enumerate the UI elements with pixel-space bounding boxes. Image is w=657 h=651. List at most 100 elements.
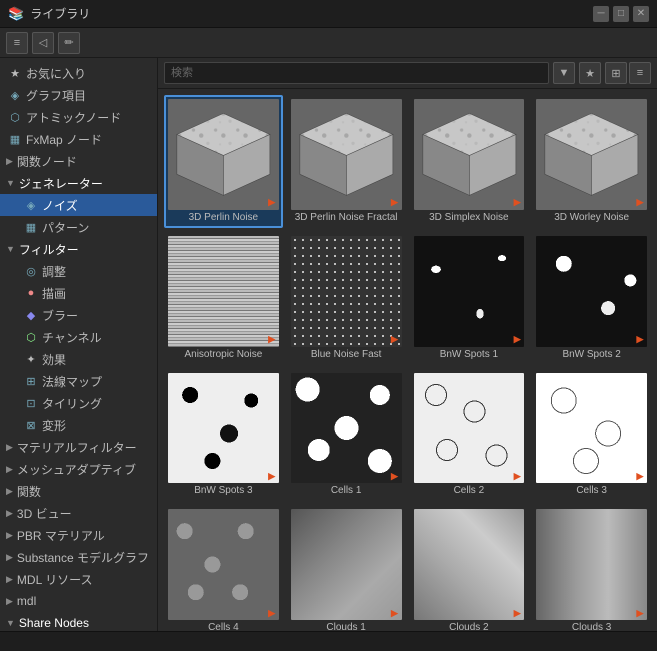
- grid-item-label: Clouds 2: [449, 622, 488, 631]
- item-badge: ▶: [512, 335, 522, 345]
- sidebar-item-draw[interactable]: ● 描画: [0, 282, 157, 304]
- sidebar-section-material-filter[interactable]: ▶ マテリアルフィルター: [0, 436, 157, 458]
- grid-item-label: 3D Perlin Noise Fractal: [295, 212, 398, 224]
- grid-view-button[interactable]: ⊞: [605, 62, 627, 84]
- sidebar-item-channel[interactable]: ⬡ チャンネル: [0, 326, 157, 348]
- grid-item-bnw-spots-3[interactable]: ▶BnW Spots 3: [164, 369, 283, 502]
- close-button[interactable]: ✕: [633, 6, 649, 22]
- sidebar-item-favorites[interactable]: ★ お気に入り: [0, 62, 157, 84]
- grid-item-3d-worley-noise[interactable]: ▶3D Worley Noise: [532, 95, 651, 228]
- grid-item-3d-simplex-noise[interactable]: ▶3D Simplex Noise: [410, 95, 529, 228]
- sidebar-item-label: フィルター: [19, 241, 79, 258]
- sidebar-section-function[interactable]: ▶ 関数ノード: [0, 150, 157, 172]
- sidebar-item-label: 関数: [17, 483, 41, 500]
- sidebar-item-label: グラフ項目: [26, 87, 86, 104]
- edit-button[interactable]: ✏: [58, 32, 80, 54]
- minimize-button[interactable]: ─: [593, 6, 609, 22]
- grid-item-3d-perlin-noise[interactable]: ▶3D Perlin Noise: [164, 95, 283, 228]
- grid-item-cells-2[interactable]: ▶Cells 2: [410, 369, 529, 502]
- sidebar-item-noise[interactable]: ◈ ノイズ: [0, 194, 157, 216]
- sidebar-section-substance-model[interactable]: ▶ Substance モデルグラフ: [0, 546, 157, 568]
- sidebar-section-share-nodes[interactable]: ▼ Share Nodes: [0, 612, 157, 631]
- sidebar-item-label: アトミックノード: [26, 109, 121, 126]
- search-input[interactable]: [164, 62, 549, 84]
- grid-item-cells-3[interactable]: ▶ Cells 3: [532, 369, 651, 502]
- item-badge: ▶: [512, 608, 522, 618]
- sidebar-item-fxmap[interactable]: ▦ FxMap ノード: [0, 128, 157, 150]
- back-button[interactable]: ◁: [32, 32, 54, 54]
- grid-item-3d-perlin-noise-fractal[interactable]: ▶3D Perlin Noise Fractal: [287, 95, 406, 228]
- back-icon: ◁: [39, 36, 47, 49]
- sidebar-item-label: MDL リソース: [17, 571, 93, 588]
- chevron-right-icon: ▶: [6, 156, 13, 167]
- item-badge: ▶: [512, 198, 522, 208]
- chevron-right-icon: ▶: [6, 508, 13, 519]
- grid-item-clouds-2[interactable]: ▶ Clouds 2: [410, 505, 529, 631]
- blur-icon: ◆: [24, 308, 38, 322]
- item-badge: ▶: [390, 335, 400, 345]
- grid-item-cells-1[interactable]: ▶Cells 1: [287, 369, 406, 502]
- filter-button[interactable]: ▼: [553, 62, 575, 84]
- item-badge: ▶: [267, 471, 277, 481]
- view-toggle-buttons: ⊞ ≡: [605, 62, 651, 84]
- search-bar: ▼ ★ ⊞ ≡: [158, 58, 657, 89]
- star-filter-button[interactable]: ★: [579, 62, 601, 84]
- sidebar-section-3dview[interactable]: ▶ 3D ビュー: [0, 502, 157, 524]
- sidebar-item-label: 調整: [42, 263, 66, 280]
- sidebar-item-label: Substance モデルグラフ: [17, 549, 149, 566]
- list-view-icon: ≡: [637, 67, 643, 79]
- window-icon: 📚: [8, 6, 24, 22]
- grid-view-icon: ⊞: [611, 67, 620, 80]
- sidebar-item-label: ブラー: [42, 307, 78, 324]
- sidebar-item-pattern[interactable]: ▦ パターン: [0, 216, 157, 238]
- sidebar-item-adjust[interactable]: ◎ 調整: [0, 260, 157, 282]
- badge-arrow-icon: ▶: [514, 471, 521, 482]
- badge-arrow-icon: ▶: [391, 608, 398, 619]
- noise-icon: ◈: [24, 198, 38, 212]
- sidebar-section-generator[interactable]: ▼ ジェネレーター: [0, 172, 157, 194]
- grid-item-cells-4[interactable]: ▶Cells 4: [164, 505, 283, 631]
- grid-item-blue-noise-fast[interactable]: ▶Blue Noise Fast: [287, 232, 406, 365]
- item-badge: ▶: [635, 335, 645, 345]
- grid-item-clouds-3[interactable]: ▶Clouds 3: [532, 505, 651, 631]
- sidebar-section-mdl[interactable]: ▶ mdl: [0, 590, 157, 612]
- main-layout: ★ お気に入り ◈ グラフ項目 ⬡ アトミックノード ▦ FxMap ノード ▶…: [0, 58, 657, 631]
- sidebar-section-filter[interactable]: ▼ フィルター: [0, 238, 157, 260]
- badge-arrow-icon: ▶: [391, 334, 398, 345]
- grid-item-thumbnail: ▶: [414, 236, 525, 347]
- grid-item-thumbnail: ▶: [536, 99, 647, 210]
- sidebar-item-normal[interactable]: ⊞ 法線マップ: [0, 370, 157, 392]
- sidebar-section-function2[interactable]: ▶ 関数: [0, 480, 157, 502]
- sidebar-section-mesh-adaptive[interactable]: ▶ メッシュアダプティブ: [0, 458, 157, 480]
- grid-item-label: Cells 3: [576, 485, 607, 497]
- sidebar-item-tiling[interactable]: ⊡ タイリング: [0, 392, 157, 414]
- effect-icon: ✦: [24, 352, 38, 366]
- item-badge: ▶: [390, 608, 400, 618]
- sidebar-item-blur[interactable]: ◆ ブラー: [0, 304, 157, 326]
- list-view-button[interactable]: ≡: [629, 62, 651, 84]
- grid-item-label: BnW Spots 2: [562, 349, 620, 361]
- star-filter-icon: ★: [585, 67, 595, 80]
- sidebar-section-mdl-resource[interactable]: ▶ MDL リソース: [0, 568, 157, 590]
- sidebar-section-pbr[interactable]: ▶ PBR マテリアル: [0, 524, 157, 546]
- grid-item-anisotropic-noise[interactable]: ▶Anisotropic Noise: [164, 232, 283, 365]
- menu-icon: ≡: [14, 37, 20, 49]
- menu-button[interactable]: ≡: [6, 32, 28, 54]
- grid-item-clouds-1[interactable]: ▶Clouds 1: [287, 505, 406, 631]
- sidebar-item-atomic[interactable]: ⬡ アトミックノード: [0, 106, 157, 128]
- badge-arrow-icon: ▶: [514, 334, 521, 345]
- chevron-down-icon: ▼: [6, 244, 15, 254]
- sidebar-item-graph[interactable]: ◈ グラフ項目: [0, 84, 157, 106]
- badge-arrow-icon: ▶: [637, 471, 644, 482]
- title-bar-controls: ─ □ ✕: [593, 6, 649, 22]
- sidebar-item-effect[interactable]: ✦ 効果: [0, 348, 157, 370]
- grid-item-bnw-spots-2[interactable]: ▶ BnW Spots 2: [532, 232, 651, 365]
- badge-arrow-icon: ▶: [268, 471, 275, 482]
- maximize-button[interactable]: □: [613, 6, 629, 22]
- sidebar-item-transform[interactable]: ⊠ 変形: [0, 414, 157, 436]
- grid-item-label: Cells 4: [208, 622, 239, 631]
- grid-item-thumbnail: ▶: [291, 373, 402, 484]
- sidebar-item-label: 描画: [42, 285, 66, 302]
- grid-item-thumbnail: ▶: [168, 99, 279, 210]
- grid-item-bnw-spots-1[interactable]: ▶BnW Spots 1: [410, 232, 529, 365]
